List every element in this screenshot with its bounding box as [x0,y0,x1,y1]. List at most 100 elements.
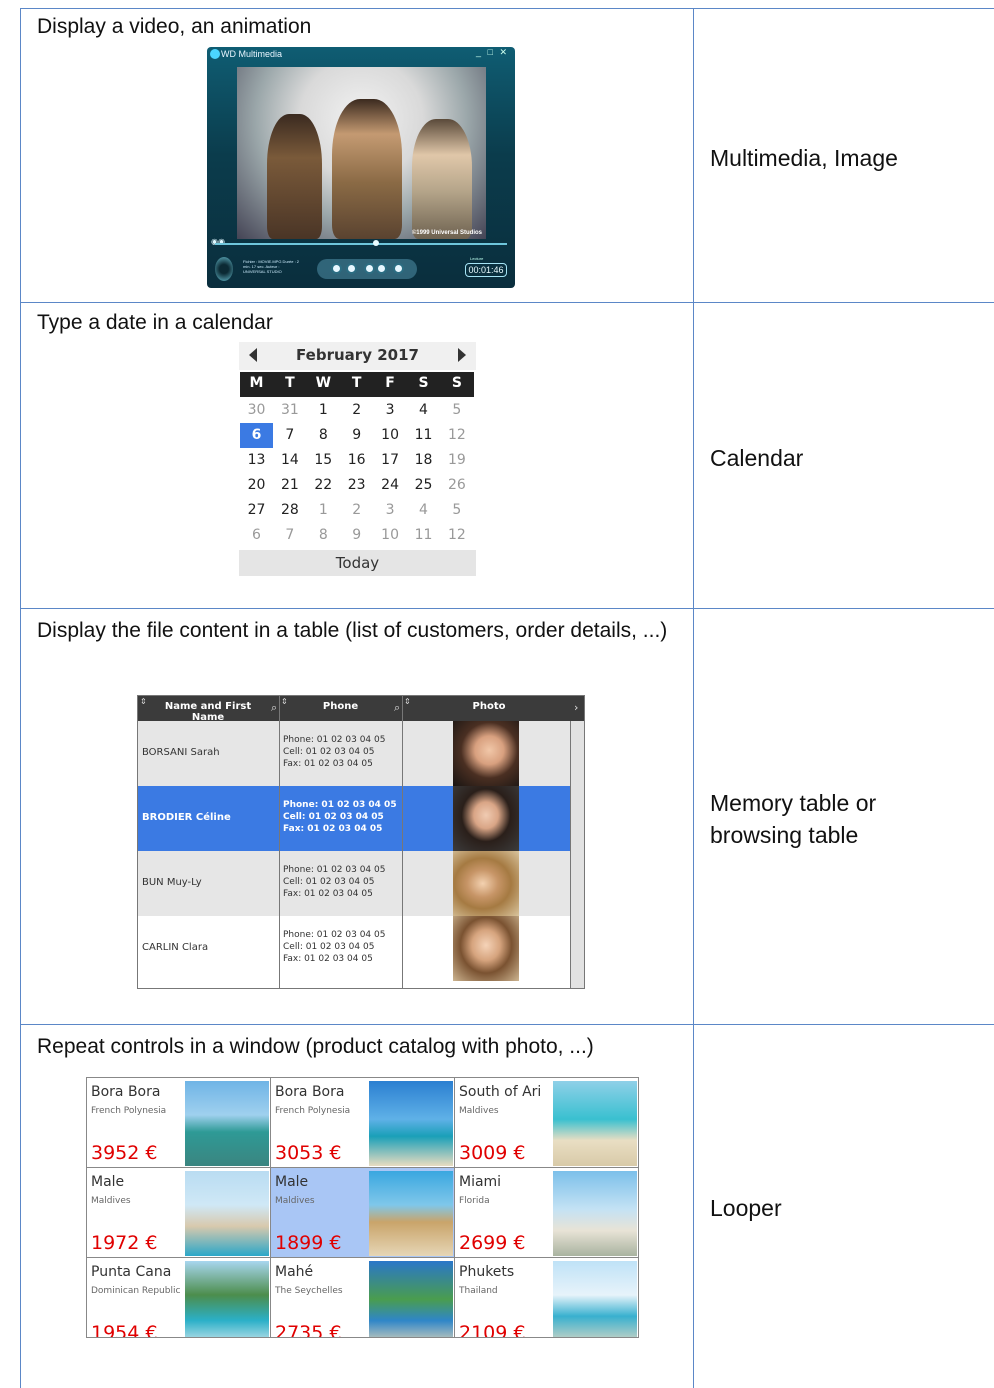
customer-name: BORSANI Sarah [142,747,220,758]
seek-bar[interactable] [215,243,507,245]
phone-line-cell: Cell: 01 02 03 04 05 [283,877,375,887]
calendar-day[interactable]: 5 [440,398,473,423]
calendar-day[interactable]: 14 [273,448,306,473]
calendar-day[interactable]: 3 [374,498,407,523]
table-row[interactable]: BRODIER Céline Phone: 01 02 03 04 05 Cell:… [138,786,570,851]
calendar-day[interactable]: 17 [374,448,407,473]
looper-item[interactable]: Phukets Thailand 2109 € [455,1258,638,1337]
calendar-day[interactable]: 19 [440,448,473,473]
row-description: Type a date in a calendar [37,311,273,334]
calendar-day[interactable]: 27 [240,498,273,523]
calendar-day[interactable]: 5 [440,498,473,523]
destination-photo [185,1261,269,1337]
column-header-photo[interactable]: Photo [404,701,574,712]
destination-photo [369,1261,453,1337]
calendar-day[interactable]: 15 [307,448,340,473]
calendar-day[interactable]: 28 [273,498,306,523]
row-label: Calendar [710,445,804,471]
table-row[interactable]: BUN Muy-Ly Phone: 01 02 03 04 05 Cell: 01 … [138,851,570,916]
speaker-icon[interactable] [215,257,233,281]
looper-item[interactable]: Bora Bora French Polynesia 3952 € [87,1078,271,1168]
calendar-day[interactable]: 6 [240,523,273,548]
table-row[interactable]: BORSANI Sarah Phone: 01 02 03 04 05 Cell: … [138,721,570,786]
window-controls-icon[interactable]: _ □ ✕ [476,47,509,58]
phone-line-phone: Phone: 01 02 03 04 05 [283,735,386,745]
looper-item[interactable]: Bora Bora French Polynesia 3053 € [271,1078,455,1168]
calendar-day[interactable]: 24 [374,473,407,498]
calendar-day[interactable]: 13 [240,448,273,473]
destination-photo [185,1081,269,1166]
calendar-day[interactable]: 25 [407,473,440,498]
calendar-day[interactable]: 31 [273,398,306,423]
calendar-day[interactable]: 2 [340,498,373,523]
table-row[interactable]: CARLIN Clara Phone: 01 02 03 04 05 Cell: 0… [138,916,570,981]
calendar-day[interactable]: 11 [407,523,440,548]
destination-country: Thailand [459,1286,498,1296]
column-header-name[interactable]: Name and First Name [148,701,268,723]
calendar-day[interactable]: 16 [340,448,373,473]
calendar-day[interactable]: 20 [240,473,273,498]
calendar-day[interactable]: 2 [340,398,373,423]
calendar-day[interactable]: 26 [440,473,473,498]
eject-icon[interactable] [393,263,404,274]
calendar-day[interactable]: 7 [273,523,306,548]
calendar-day[interactable]: 23 [340,473,373,498]
today-button[interactable]: Today [239,550,476,576]
calendar-day[interactable]: 4 [407,398,440,423]
calendar-day[interactable]: 3 [374,398,407,423]
calendar-day[interactable]: 9 [340,423,373,448]
vertical-scrollbar[interactable] [570,721,584,988]
calendar-day[interactable]: 12 [440,423,473,448]
calendar-day[interactable]: 9 [340,523,373,548]
search-icon[interactable]: ⌕ [394,701,400,715]
calendar-day[interactable]: 12 [440,523,473,548]
looper-item[interactable]: Mahé The Seychelles 2735 € [271,1258,455,1338]
calendar-day[interactable]: 7 [273,423,306,448]
seek-handle[interactable] [373,240,379,246]
sort-icon[interactable]: ⇕ [140,697,147,706]
chevron-right-icon[interactable]: › [574,701,578,714]
phone-line-fax: Fax: 01 02 03 04 05 [283,954,373,964]
customer-photo [453,721,519,786]
looper-item[interactable]: Male Maldives 1899 € [271,1168,455,1258]
forward-icon[interactable] [376,263,387,274]
calendar-day[interactable]: 6 [240,423,273,448]
looper-item[interactable]: Punta Cana Dominican Republic 1954 € [87,1258,271,1337]
memory-table[interactable]: ⇕ Name and First Name ⌕ ⇕ Phone ⌕ ⇕ Phot… [137,695,585,989]
destination-photo [553,1081,637,1166]
customer-name: BUN Muy-Ly [142,877,202,888]
calendar-day[interactable]: 21 [273,473,306,498]
calendar-day[interactable]: 1 [307,498,340,523]
calendar-day[interactable]: 18 [407,448,440,473]
calendar-day[interactable]: 10 [374,423,407,448]
calendar-day[interactable]: 30 [240,398,273,423]
looper-item[interactable]: South of Ari Maldives 3009 € [455,1078,638,1168]
rewind-icon[interactable] [364,263,375,274]
player-title: WD Multimedia [221,49,283,59]
next-month-icon[interactable] [458,348,466,362]
destination-price: 2735 € [275,1322,342,1338]
looper-item[interactable]: Male Maldives 1972 € [87,1168,271,1258]
calendar-day[interactable]: 4 [407,498,440,523]
looper[interactable]: Bora Bora French Polynesia 3952 € Bora Bora… [86,1077,639,1338]
calendar-day[interactable]: 22 [307,473,340,498]
calendar-day[interactable]: 8 [307,423,340,448]
destination-price: 2699 € [459,1232,526,1254]
pause-icon[interactable] [331,263,342,274]
phone-line-phone: Phone: 01 02 03 04 05 [283,865,386,875]
destination-country: Maldives [91,1196,131,1206]
destination-country: Maldives [275,1196,315,1206]
calendar-day[interactable]: 8 [307,523,340,548]
calendar-day[interactable]: 10 [374,523,407,548]
file-info: Fichier : MOVIE.MPG Durée : 2 min. 17 se… [243,259,300,274]
search-icon[interactable]: ⌕ [271,701,277,715]
looper-item[interactable]: Miami Florida 2699 € [455,1168,638,1258]
calendar-day[interactable]: 11 [407,423,440,448]
multimedia-player[interactable]: WD Multimedia _ □ ✕ ©1999 Universal Stud… [207,47,515,288]
calendar-day[interactable]: 1 [307,398,340,423]
stop-icon[interactable] [346,263,357,274]
column-header-phone[interactable]: Phone [283,701,398,712]
destination-title: Male [275,1174,309,1190]
row-description: Display a video, an animation [37,15,312,38]
calendar[interactable]: February 2017 MTWTFSS 30 31 1 2 3 4 5 6 7 8 9 10 11 1… [239,342,476,576]
